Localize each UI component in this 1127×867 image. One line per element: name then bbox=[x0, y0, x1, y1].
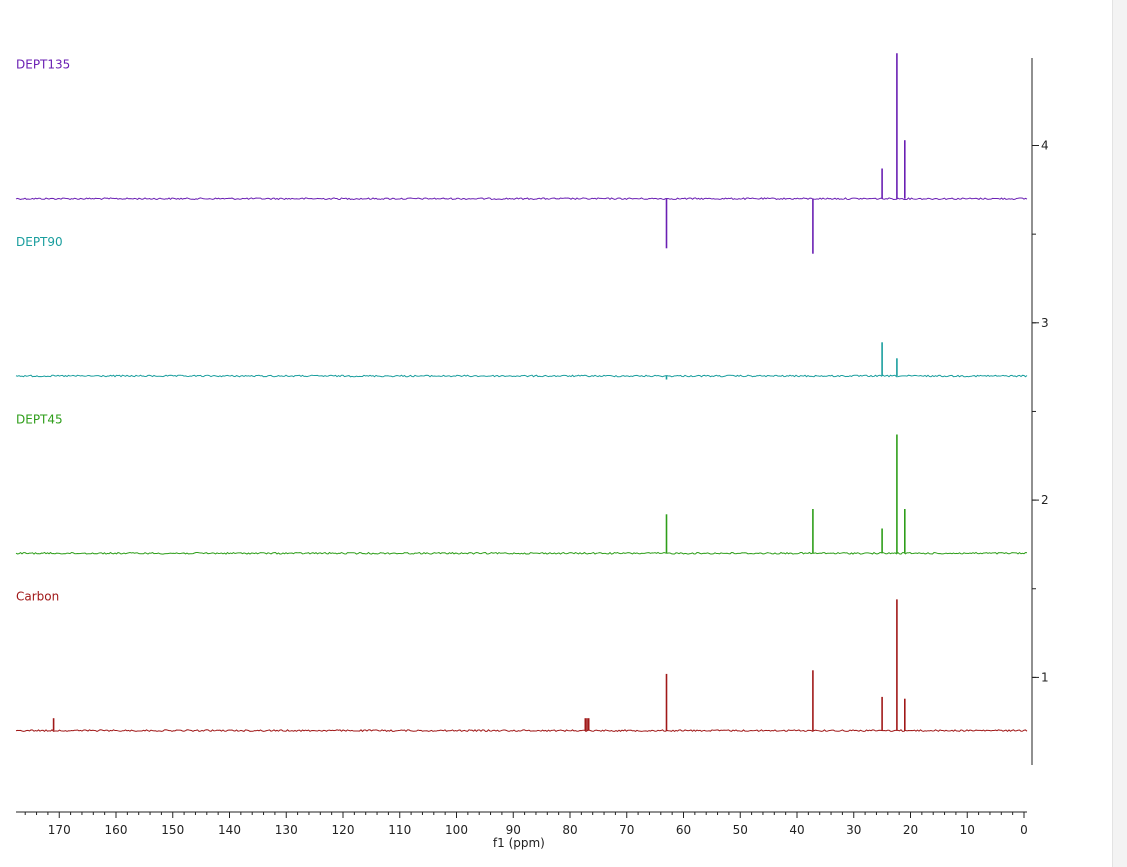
x-axis-title: f1 (ppm) bbox=[493, 836, 545, 850]
x-tick-label: 10 bbox=[960, 823, 975, 837]
nmr-stacked-spectra-chart: DEPT135 DEPT90 DEPT45 Carbon 1 2 3 4 170 160 150… bbox=[15, 53, 1049, 850]
x-tick-label: 50 bbox=[733, 823, 748, 837]
y-tick-label: 4 bbox=[1041, 139, 1049, 153]
y-tick-label: 2 bbox=[1041, 493, 1049, 507]
y-tick-label: 1 bbox=[1041, 670, 1049, 684]
y-tick-label: 3 bbox=[1041, 316, 1049, 330]
x-tick-label: 100 bbox=[445, 823, 468, 837]
x-tick-label: 40 bbox=[789, 823, 804, 837]
trace-label-carbon: Carbon bbox=[16, 590, 59, 604]
trace-label-dept45: DEPT45 bbox=[16, 412, 63, 426]
x-tick-label: 60 bbox=[676, 823, 691, 837]
x-tick-label: 30 bbox=[846, 823, 861, 837]
trace-label-dept90: DEPT90 bbox=[16, 235, 63, 249]
baseline-carbon bbox=[15, 729, 1028, 733]
x-tick-label: 0 bbox=[1020, 823, 1028, 837]
baseline-dept90 bbox=[15, 374, 1028, 378]
x-tick-label: 150 bbox=[161, 823, 184, 837]
x-tick-label: 120 bbox=[332, 823, 355, 837]
x-tick-label: 160 bbox=[105, 823, 128, 837]
spectrum-carbon bbox=[15, 599, 1028, 733]
x-tick-label: 80 bbox=[562, 823, 577, 837]
x-tick-label: 170 bbox=[48, 823, 71, 837]
x-tick-label: 90 bbox=[506, 823, 521, 837]
trace-label-dept135: DEPT135 bbox=[16, 58, 70, 72]
x-axis: 170 160 150 140 130 120 110 100 90 80 70 60 50 40 30 20… bbox=[16, 811, 1028, 837]
baseline-dept45 bbox=[15, 551, 1028, 555]
y-axis: 1 2 3 4 bbox=[1031, 58, 1049, 765]
spectrum-dept45 bbox=[15, 434, 1028, 555]
x-tick-label: 70 bbox=[619, 823, 634, 837]
x-tick-label: 140 bbox=[218, 823, 241, 837]
spectrum-dept135 bbox=[15, 53, 1028, 254]
right-margin-strip bbox=[1112, 0, 1127, 867]
trace-labels: DEPT135 DEPT90 DEPT45 Carbon bbox=[16, 58, 70, 604]
spectra-traces bbox=[15, 53, 1028, 733]
x-tick-label: 110 bbox=[388, 823, 411, 837]
baseline-dept135 bbox=[15, 197, 1028, 201]
x-tick-label: 20 bbox=[903, 823, 918, 837]
spectrum-dept90 bbox=[15, 342, 1028, 380]
x-tick-label: 130 bbox=[275, 823, 298, 837]
